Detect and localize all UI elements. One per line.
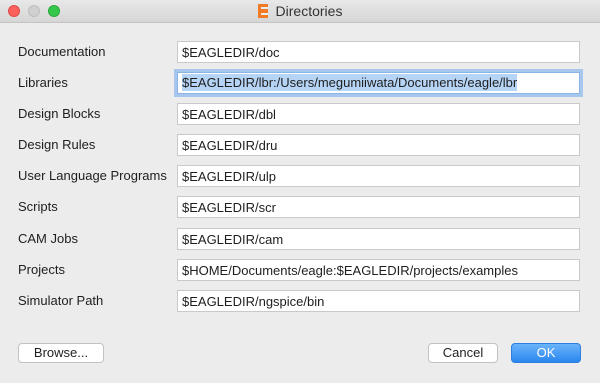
projects-label: Projects	[18, 262, 65, 277]
ok-button[interactable]: OK	[511, 343, 581, 363]
design-blocks-path-input[interactable]	[177, 103, 580, 125]
documentation-label: Documentation	[18, 44, 106, 59]
row-cam-jobs: CAM Jobs	[0, 228, 600, 250]
row-design-rules: Design Rules	[0, 134, 600, 156]
design-rules-label: Design Rules	[18, 137, 96, 152]
title-group: Directories	[0, 0, 600, 22]
cam-jobs-label: CAM Jobs	[18, 231, 78, 246]
scripts-label: Scripts	[18, 199, 58, 214]
cam-jobs-path-input[interactable]	[177, 228, 580, 250]
user-language-programs-path-input[interactable]	[177, 165, 580, 187]
browse-button[interactable]: Browse...	[18, 343, 104, 363]
scripts-path-input[interactable]	[177, 196, 580, 218]
title-bar: Directories	[0, 0, 600, 23]
row-projects: Projects	[0, 259, 600, 281]
libraries-path-selected-text: $EAGLEDIR/lbr:/Users/megumiiwata/Documen…	[182, 74, 518, 91]
design-rules-path-input[interactable]	[177, 134, 580, 156]
user-language-programs-label: User Language Programs	[18, 168, 167, 183]
row-user-language-programs: User Language Programs	[0, 165, 600, 187]
design-blocks-label: Design Blocks	[18, 106, 101, 121]
row-libraries: Libraries $EAGLEDIR/lbr:/Users/megumiiwa…	[0, 72, 600, 94]
simulator-path-input[interactable]	[177, 290, 580, 312]
row-simulator-path: Simulator Path	[0, 290, 600, 312]
projects-path-input[interactable]	[177, 259, 580, 281]
eagle-e-icon	[257, 4, 268, 18]
cancel-button[interactable]: Cancel	[428, 343, 498, 363]
libraries-label: Libraries	[18, 75, 68, 90]
row-design-blocks: Design Blocks	[0, 103, 600, 125]
libraries-path-input[interactable]: $EAGLEDIR/lbr:/Users/megumiiwata/Documen…	[177, 72, 580, 94]
window-title: Directories	[275, 3, 343, 19]
row-documentation: Documentation	[0, 41, 600, 63]
simulator-path-label: Simulator Path	[18, 293, 104, 308]
row-scripts: Scripts	[0, 196, 600, 218]
directories-dialog: Directories Documentation Libraries $EAG…	[0, 0, 600, 383]
documentation-path-input[interactable]	[177, 41, 580, 63]
